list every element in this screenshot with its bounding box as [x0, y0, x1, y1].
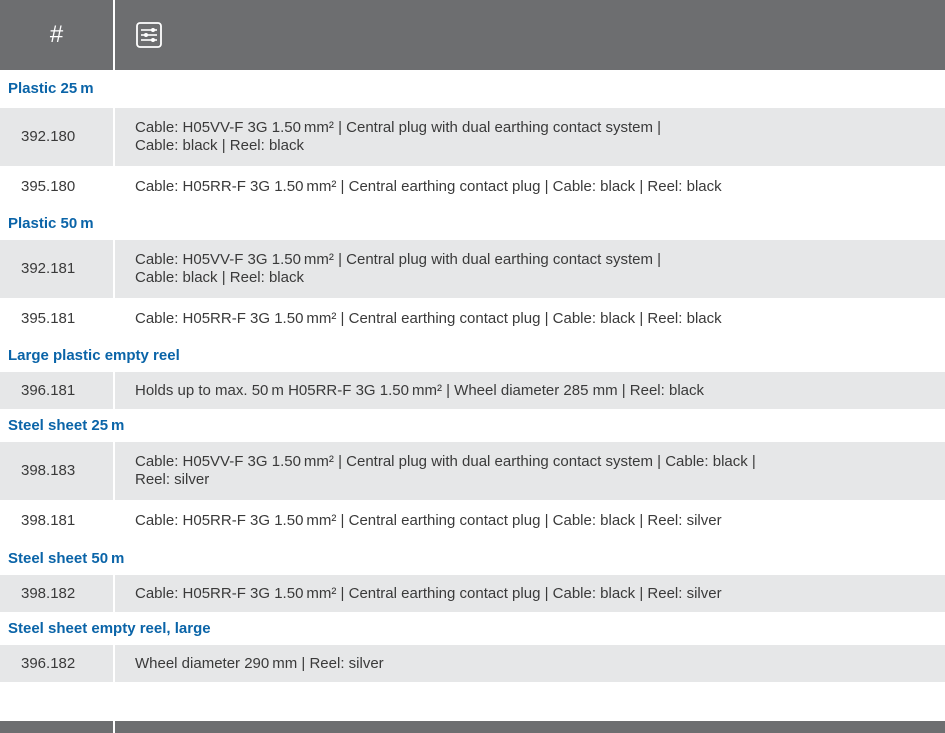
table-row[interactable]: 392.180 Cable: H05VV-F 3G 1.50 mm² | Cen…	[0, 108, 945, 166]
description-line: Reel: silver	[135, 471, 210, 488]
description-line: Cable: H05VV-F 3G 1.50 mm² | Central plu…	[135, 251, 662, 268]
article-description: Cable: H05RR-F 3G 1.50 mm² | Central ear…	[135, 512, 722, 529]
group-title: Steel sheet 25 m	[8, 417, 125, 434]
product-table: Plastic 25 m 392.180 Cable: H05VV-F 3G 1…	[0, 70, 945, 682]
article-number: 398.181	[21, 512, 76, 529]
group-title: Large plastic empty reel	[8, 347, 180, 364]
table-row[interactable]: 396.182 Wheel diameter 290 mm | Reel: si…	[0, 645, 945, 682]
article-description: Cable: H05RR-F 3G 1.50 mm² | Central ear…	[135, 178, 722, 195]
table-footer	[0, 721, 945, 733]
table-row[interactable]: 398.183 Cable: H05VV-F 3G 1.50 mm² | Cen…	[0, 442, 945, 500]
sliders-icon[interactable]	[136, 22, 162, 48]
article-number: 396.182	[21, 654, 76, 672]
table-row[interactable]: 398.182 Cable: H05RR-F 3G 1.50 mm² | Cen…	[0, 575, 945, 612]
description-line: Cable: black | Reel: black	[135, 137, 304, 154]
group-title: Plastic 50 m	[8, 215, 94, 232]
description-line: Cable: black | Reel: black	[135, 269, 304, 286]
article-description: Cable: H05VV-F 3G 1.50 mm² | Central plu…	[115, 453, 945, 489]
article-number: 392.181	[21, 260, 76, 277]
group-title: Steel sheet empty reel, large	[8, 620, 211, 637]
group-title: Steel sheet 50 m	[8, 550, 125, 567]
table-header: #	[0, 0, 945, 70]
table-row[interactable]: 392.181 Cable: H05VV-F 3G 1.50 mm² | Cen…	[0, 240, 945, 298]
table-row[interactable]: 395.181 Cable: H05RR-F 3G 1.50 mm² | Cen…	[0, 298, 945, 340]
table-row[interactable]: 395.180 Cable: H05RR-F 3G 1.50 mm² | Cen…	[0, 166, 945, 208]
article-number: 398.182	[21, 584, 76, 602]
article-number: 395.180	[21, 178, 76, 195]
article-description: Cable: H05RR-F 3G 1.50 mm² | Central ear…	[135, 310, 722, 327]
article-description: Cable: H05VV-F 3G 1.50 mm² | Central plu…	[115, 119, 945, 155]
article-description: Cable: H05RR-F 3G 1.50 mm² | Central ear…	[135, 584, 722, 602]
filter-column-header[interactable]	[115, 0, 945, 70]
column-header-number: #	[49, 21, 64, 48]
article-description: Wheel diameter 290 mm | Reel: silver	[135, 654, 384, 672]
footer-right	[115, 721, 945, 733]
group-title: Plastic 25 m	[8, 80, 94, 97]
table-row[interactable]: 396.181 Holds up to max. 50 m H05RR-F 3G…	[0, 372, 945, 409]
article-number: 395.181	[21, 310, 76, 327]
article-number: 396.181	[21, 381, 76, 399]
description-line: Cable: H05VV-F 3G 1.50 mm² | Central plu…	[135, 119, 662, 136]
table-row[interactable]: 398.181 Cable: H05RR-F 3G 1.50 mm² | Cen…	[0, 500, 945, 542]
article-description: Holds up to max. 50 m H05RR-F 3G 1.50 mm…	[135, 381, 704, 399]
article-number: 398.183	[21, 462, 76, 479]
footer-left	[0, 721, 113, 733]
description-line: Cable: H05VV-F 3G 1.50 mm² | Central plu…	[135, 453, 756, 470]
article-description: Cable: H05VV-F 3G 1.50 mm² | Central plu…	[115, 251, 945, 287]
article-number: 392.180	[21, 128, 76, 145]
